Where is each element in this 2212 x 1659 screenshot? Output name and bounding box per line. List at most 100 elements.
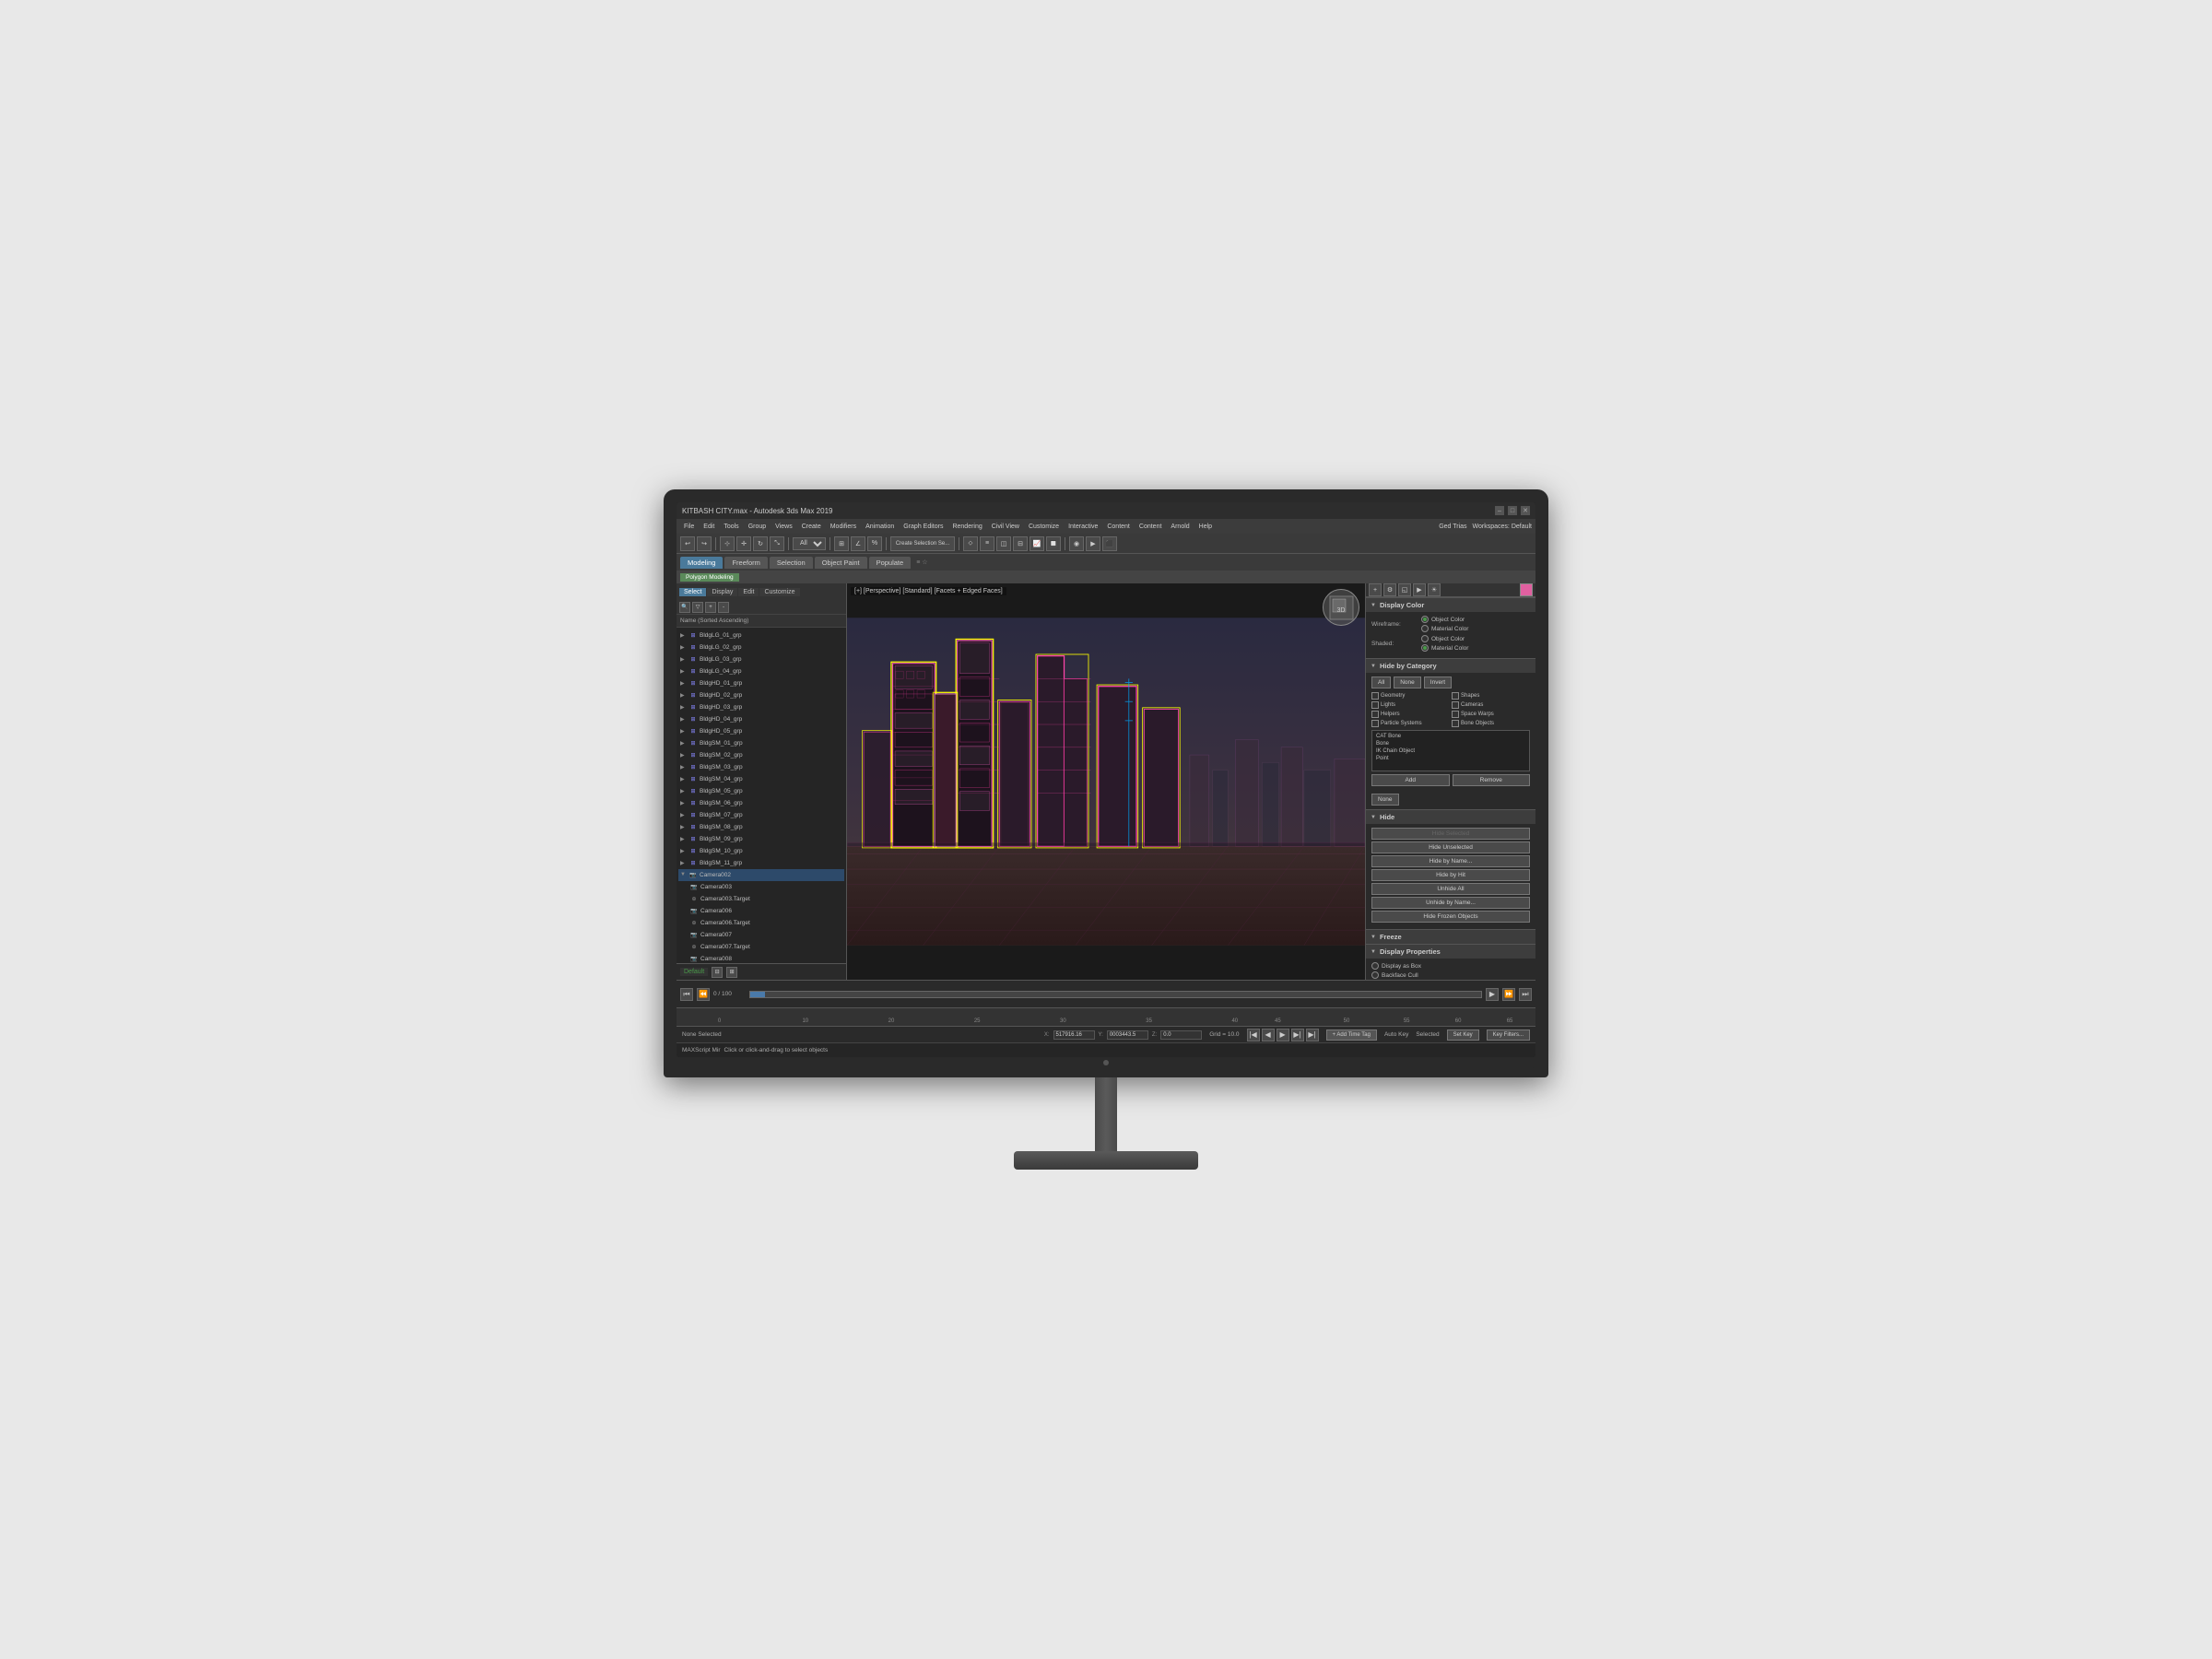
bone-item-bone[interactable]: Bone <box>1374 740 1527 747</box>
category-helpers[interactable]: Helpers <box>1371 711 1450 718</box>
checkbox-space-warps[interactable] <box>1452 711 1459 718</box>
scene-tab-select[interactable]: Select <box>679 588 706 596</box>
shaded-material-color[interactable]: Material Color <box>1421 644 1468 652</box>
list-item[interactable]: ▶ ⊞ BldgSM_07_grp <box>678 809 844 821</box>
list-item[interactable]: ▶ ⊞ BldgHD_02_grp <box>678 689 844 701</box>
track-view-button[interactable]: 📈 <box>1030 536 1044 551</box>
play-btn[interactable]: ▶ <box>1277 1029 1289 1041</box>
hide-cat-all-button[interactable]: All <box>1371 677 1391 688</box>
color-swatch[interactable] <box>1520 583 1533 596</box>
menu-scripting[interactable]: Interactive <box>1065 524 1101 530</box>
scene-list[interactable]: ▶ ⊞ BldgLG_01_grp ▶ ⊞ BldgLG_02_grp ▶ ⊞ <box>677 628 846 963</box>
timeline-slider[interactable] <box>749 991 1482 998</box>
scale-button[interactable]: ⤡ <box>770 536 784 551</box>
prev-key-button[interactable]: ⏪ <box>697 988 710 1001</box>
snap-button[interactable]: ⊞ <box>834 536 849 551</box>
bone-item-point[interactable]: Point <box>1374 755 1527 762</box>
hide-by-hit-button[interactable]: Hide by Hit <box>1371 869 1530 881</box>
play-button[interactable]: ▶ <box>1486 988 1499 1001</box>
checkbox-helpers[interactable] <box>1371 711 1379 718</box>
viewport-nav-cube[interactable]: 3D <box>1323 589 1359 626</box>
snap-percent-button[interactable]: % <box>867 536 882 551</box>
wireframe-material-color[interactable]: Material Color <box>1421 625 1468 632</box>
list-item[interactable]: ⊕ Camera003.Target <box>678 893 844 905</box>
scene-search-button[interactable]: 🔍 <box>679 602 690 613</box>
bone-remove-button[interactable]: Remove <box>1453 774 1531 786</box>
checkbox-bone[interactable] <box>1452 720 1459 727</box>
list-item[interactable]: ▶ ⊞ BldgSM_01_grp <box>678 737 844 749</box>
list-item[interactable]: ▶ ⊞ BldgSM_06_grp <box>678 797 844 809</box>
list-item[interactable]: ▶ ⊞ BldgSM_05_grp <box>678 785 844 797</box>
menu-arnold[interactable]: Arnold <box>1167 524 1193 530</box>
timeline-ruler[interactable]: 0 10 20 25 30 35 40 45 50 55 60 65 <box>677 1007 1535 1026</box>
tab-selection[interactable]: Selection <box>770 557 813 569</box>
checkbox-cameras[interactable] <box>1452 701 1459 709</box>
rp-render-button[interactable]: ▶ <box>1413 583 1426 596</box>
menu-interactive[interactable]: Content <box>1103 524 1134 530</box>
hide-selected-button[interactable]: Hide Selected <box>1371 828 1530 840</box>
menu-animation[interactable]: Animation <box>862 524 898 530</box>
list-item[interactable]: ▶ ⊞ BldgSM_11_grp <box>678 857 844 869</box>
mirror-button[interactable]: ⬦ <box>963 536 978 551</box>
bone-item-cat[interactable]: CAT Bone <box>1374 733 1527 740</box>
unhide-by-name-button[interactable]: Unhide by Name... <box>1371 897 1530 909</box>
list-item[interactable]: ▶ ⊞ BldgSM_04_grp <box>678 773 844 785</box>
scene-tab-edit[interactable]: Edit <box>738 588 759 596</box>
scene-grid-btn[interactable]: ⊞ <box>726 967 737 978</box>
maximize-button[interactable]: □ <box>1508 506 1517 515</box>
section-display-properties[interactable]: Display Properties <box>1366 944 1535 959</box>
menu-modifiers[interactable]: Modifiers <box>827 524 860 530</box>
scene-view-btn[interactable]: ⊟ <box>712 967 723 978</box>
section-freeze[interactable]: Freeze <box>1366 929 1535 944</box>
list-item[interactable]: 📷 Camera008 <box>678 953 844 963</box>
render-button[interactable]: ⬛ <box>1102 536 1117 551</box>
list-item[interactable]: ▶ ⊞ BldgHD_04_grp <box>678 713 844 725</box>
list-item[interactable]: ▶ ⊞ BldgSM_08_grp <box>678 821 844 833</box>
menu-rendering[interactable]: Rendering <box>948 524 985 530</box>
list-item[interactable]: ▼ 📷 Camera002 <box>678 869 844 881</box>
menu-help[interactable]: Help <box>1195 524 1216 530</box>
category-geometry[interactable]: Geometry <box>1371 692 1450 700</box>
list-item[interactable]: ▶ ⊞ BldgLG_03_grp <box>678 653 844 665</box>
category-shapes[interactable]: Shapes <box>1452 692 1530 700</box>
tab-populate[interactable]: Populate <box>869 557 912 569</box>
bone-add-button[interactable]: Add <box>1371 774 1450 786</box>
hide-frozen-button[interactable]: Hide Frozen Objects <box>1371 911 1530 923</box>
bone-item-ik-chain[interactable]: IK Chain Object <box>1374 747 1527 755</box>
hide-unselected-button[interactable]: Hide Unselected <box>1371 841 1530 853</box>
move-button[interactable]: ✛ <box>736 536 751 551</box>
menu-customize[interactable]: Customize <box>1025 524 1063 530</box>
bone-list[interactable]: CAT Bone Bone IK Chain Object Point <box>1371 730 1530 771</box>
list-item[interactable]: ▶ ⊞ BldgHD_05_grp <box>678 725 844 737</box>
list-item[interactable]: 📷 Camera006 <box>678 905 844 917</box>
menu-edit[interactable]: Edit <box>700 524 718 530</box>
rp-env-button[interactable]: ☀ <box>1428 583 1441 596</box>
section-display-color[interactable]: Display Color <box>1366 597 1535 612</box>
material-editor-button[interactable]: ◉ <box>1069 536 1084 551</box>
shaded-object-color[interactable]: Object Color <box>1421 635 1468 642</box>
next-frame-btn[interactable]: ▶| <box>1291 1029 1304 1041</box>
menu-tools[interactable]: Tools <box>720 524 742 530</box>
checkbox-lights[interactable] <box>1371 701 1379 709</box>
list-item[interactable]: ▶ ⊞ BldgSM_02_grp <box>678 749 844 761</box>
menu-file[interactable]: File <box>680 524 698 530</box>
viewport[interactable]: [+] [Perspective] [Standard] [Facets + E… <box>847 583 1365 980</box>
set-key-button[interactable]: Set Key <box>1447 1030 1479 1041</box>
menu-views[interactable]: Views <box>771 524 796 530</box>
category-space-warps[interactable]: Space Warps <box>1452 711 1530 718</box>
scene-filter-button[interactable]: ▽ <box>692 602 703 613</box>
layer-button[interactable]: ◫ <box>996 536 1011 551</box>
category-lights[interactable]: Lights <box>1371 701 1450 709</box>
time-end-button[interactable]: ▶| <box>1306 1029 1319 1041</box>
rp-settings-button[interactable]: ⚙ <box>1383 583 1396 596</box>
list-item[interactable]: ⊕ Camera007.Target <box>678 941 844 953</box>
next-key-button[interactable]: ⏩ <box>1502 988 1515 1001</box>
list-item[interactable]: 📷 Camera007 <box>678 929 844 941</box>
redo-button[interactable]: ↪ <box>697 536 712 551</box>
rotate-button[interactable]: ↻ <box>753 536 768 551</box>
next-frame-button[interactable]: ⏭ <box>1519 988 1532 1001</box>
create-selection-button[interactable]: Create Selection Se... <box>890 536 955 551</box>
time-start-button[interactable]: |◀ <box>1247 1029 1260 1041</box>
scene-tab-customize[interactable]: Customize <box>759 588 799 596</box>
list-item[interactable]: ▶ ⊞ BldgSM_09_grp <box>678 833 844 845</box>
